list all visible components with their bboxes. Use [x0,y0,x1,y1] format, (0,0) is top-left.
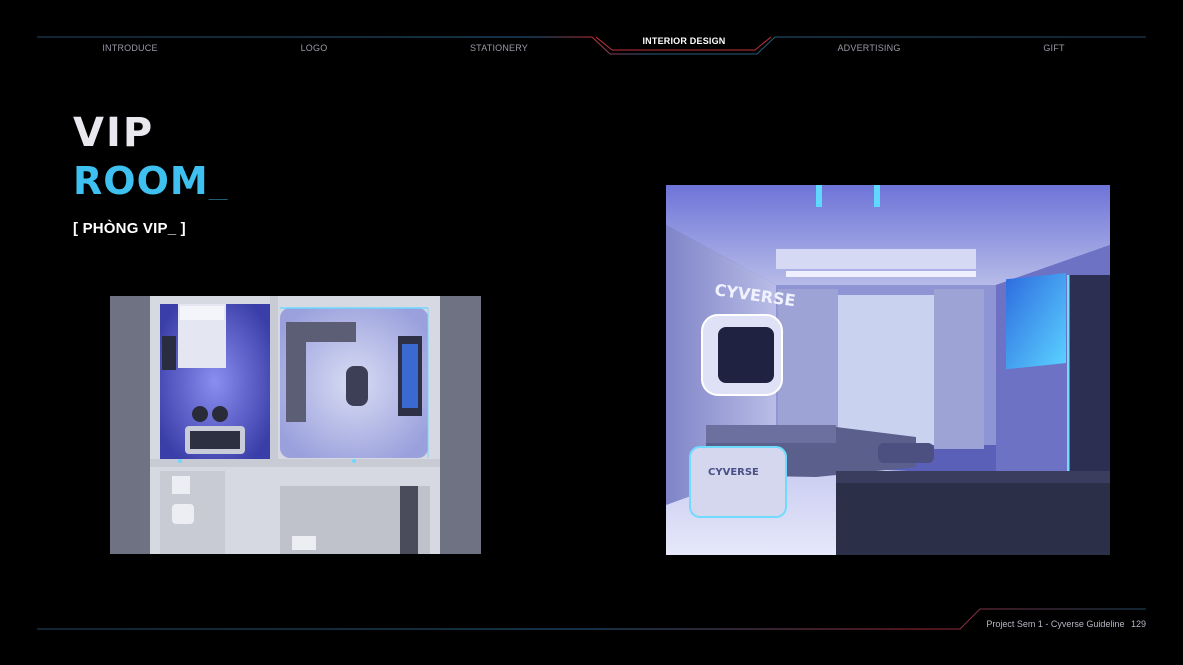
nav-item-advertising[interactable]: ADVERTISING [799,43,939,53]
page-number: 129 [1130,619,1146,629]
nav-item-gift[interactable]: GIFT [984,43,1124,53]
title-vip: VIP [73,110,154,152]
vip-room-render-image: CYVERSE CYVERSE [666,185,1110,555]
footer-caption: Project Sem 1 - Cyverse Guideline 129 [986,619,1146,629]
top-navigation: INTRODUCE LOGO STATIONERY INTERIOR DESIG… [0,0,1183,62]
desk-brand-text: CYVERSE [708,467,759,478]
title-room-text: ROOM_ [73,160,229,200]
footer-project-text: Project Sem 1 - Cyverse Guideline [986,619,1125,629]
nav-item-stationery[interactable]: STATIONERY [429,43,569,53]
floorplan-image [110,296,481,554]
nav-item-introduce[interactable]: INTRODUCE [60,43,200,53]
nav-item-logo[interactable]: LOGO [244,43,384,53]
nav-item-interior-design[interactable]: INTERIOR DESIGN [614,36,754,46]
title-room: ROOM_ [73,160,229,200]
title-vip-text: VIP [73,110,154,152]
subtitle-phong-vip: [ PHÒNG VIP_ ] [73,220,186,237]
